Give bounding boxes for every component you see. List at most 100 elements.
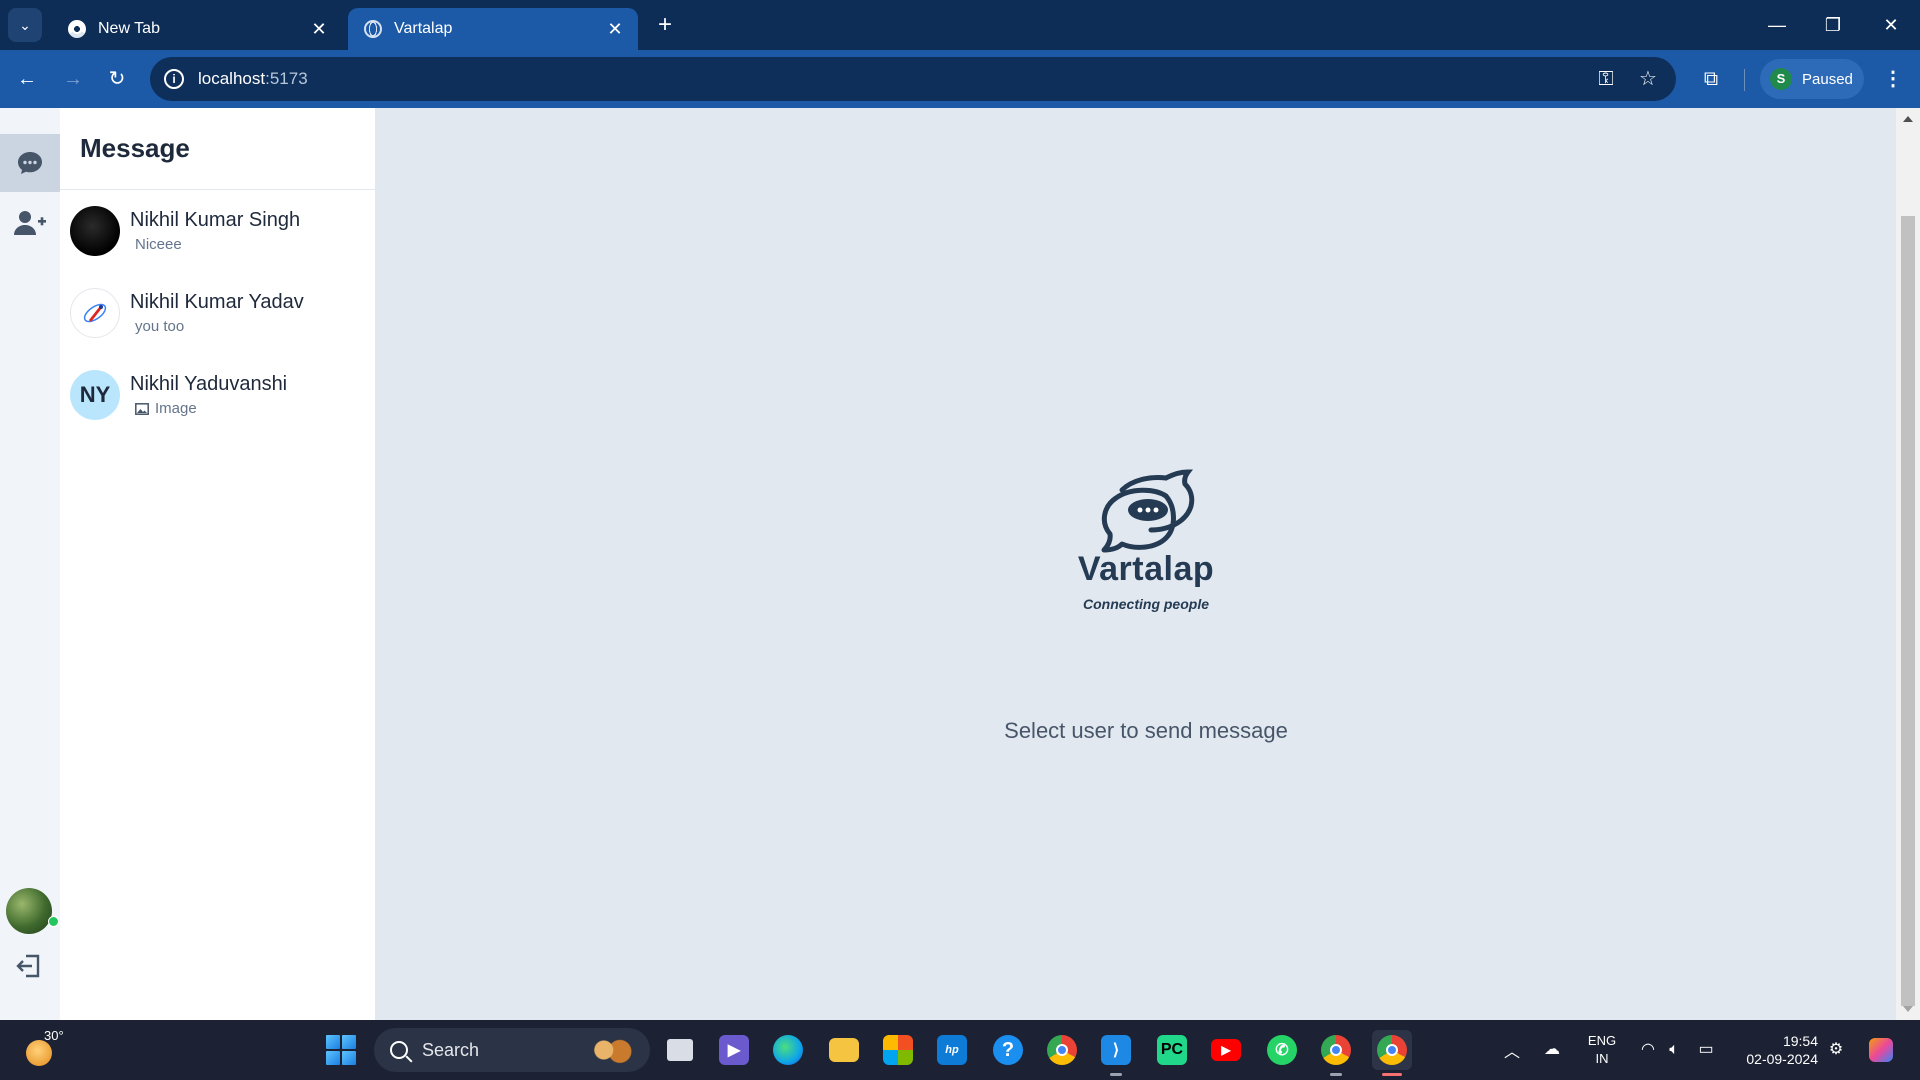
store-app[interactable] — [878, 1030, 918, 1070]
last-message: Image — [130, 400, 287, 417]
last-message: Niceee — [135, 236, 182, 253]
last-message: you too — [135, 318, 185, 335]
chevron-up-icon[interactable]: ︿ — [1502, 1038, 1522, 1061]
weather-widget[interactable]: 30° — [22, 1028, 82, 1072]
onedrive-icon[interactable]: ☁ — [1540, 1038, 1564, 1062]
region-code: IN — [1595, 1051, 1609, 1066]
search-icon — [390, 1041, 408, 1059]
chat-panel: Vartalap Connecting people Select user t… — [376, 108, 1896, 1020]
chrome-icon — [68, 20, 86, 38]
get-help-app[interactable]: ? — [988, 1030, 1028, 1070]
minimize-button[interactable]: — — [1762, 12, 1792, 38]
whatsapp-app[interactable]: ✆ — [1262, 1030, 1302, 1070]
contact-name: Nikhil Yaduvanshi — [130, 373, 288, 395]
myhp-icon: hp — [937, 1035, 967, 1065]
task-view-icon — [667, 1039, 693, 1061]
globe-icon — [364, 20, 382, 38]
tab-new-tab[interactable]: New Tab ✕ — [52, 8, 342, 50]
whatsapp-icon: ✆ — [1267, 1035, 1297, 1065]
online-status-dot — [48, 916, 59, 927]
settings-gear-icon[interactable]: ⚙ — [1824, 1038, 1848, 1062]
conversation-sidebar: Message Nikhil Kumar Singh Niceee Nikhil… — [60, 108, 376, 1020]
file-explorer-app[interactable] — [824, 1030, 864, 1070]
sidebar-title: Message — [80, 133, 190, 163]
browser-tab-strip: ⌄ New Tab ✕ Vartalap ✕ + — ❐ ✕ — [0, 0, 1920, 50]
address-bar[interactable]: i localhost:5173 ⚿ ☆ — [150, 57, 1676, 101]
forward-button[interactable]: → — [58, 64, 88, 94]
key-icon[interactable]: ⚿ — [1592, 65, 1620, 93]
url-text[interactable]: localhost:5173 — [198, 69, 1578, 89]
chrome-app[interactable] — [1042, 1030, 1082, 1070]
language-indicator[interactable]: ENG IN — [1584, 1032, 1620, 1068]
system-clock[interactable]: 19:54 02-09-2024 — [1730, 1032, 1818, 1068]
profile-avatar: S — [1770, 68, 1792, 90]
new-tab-button[interactable]: + — [652, 12, 678, 38]
wifi-icon[interactable]: ◠ — [1636, 1038, 1660, 1062]
conversation-item[interactable]: NY Nikhil Yaduvanshi Image — [60, 354, 375, 436]
image-icon — [135, 402, 149, 415]
scroll-down-arrow[interactable] — [1903, 1006, 1913, 1012]
chat-bubble-icon — [18, 152, 42, 174]
kebab-menu-icon[interactable]: ⋮ — [1880, 64, 1906, 94]
vscode-app[interactable]: ⟩ — [1096, 1030, 1136, 1076]
page-scrollbar[interactable] — [1896, 108, 1920, 1020]
teams-app[interactable]: ▶ — [714, 1030, 754, 1070]
contact-name: Nikhil Kumar Singh — [130, 209, 301, 231]
store-icon — [883, 1035, 913, 1065]
clock-date: 02-09-2024 — [1746, 1051, 1818, 1067]
user-avatar[interactable] — [6, 888, 52, 934]
language-code: ENG — [1587, 1033, 1617, 1048]
logout-button[interactable] — [10, 948, 46, 984]
last-message-text: Image — [155, 400, 197, 417]
weather-sun-icon — [26, 1040, 52, 1066]
close-icon[interactable]: ✕ — [308, 19, 330, 40]
reload-button[interactable]: ↻ — [102, 64, 132, 94]
chats-button[interactable] — [0, 134, 60, 192]
pycharm-icon: PC — [1157, 1035, 1187, 1065]
video-call-icon: ▶ — [719, 1035, 749, 1065]
temperature: 30° — [44, 1028, 64, 1043]
back-button[interactable]: ← — [12, 64, 42, 94]
add-user-icon — [14, 211, 46, 235]
tab-search-button[interactable]: ⌄ — [8, 8, 42, 42]
extensions-icon[interactable]: ⧉ — [1696, 64, 1726, 94]
scroll-up-arrow[interactable] — [1903, 116, 1913, 122]
nav-rail — [0, 108, 60, 1020]
conversation-item[interactable]: Nikhil Kumar Yadav you too — [60, 272, 375, 354]
copilot-icon[interactable] — [1866, 1038, 1896, 1062]
brand-tagline: Connecting people — [1083, 596, 1209, 612]
conversation-item[interactable]: Nikhil Kumar Singh Niceee — [60, 190, 375, 272]
add-user-button[interactable] — [0, 194, 60, 252]
brand-name: Vartalap — [1077, 550, 1215, 588]
chrome-active-app[interactable] — [1372, 1030, 1412, 1076]
contact-avatar — [70, 288, 120, 338]
task-view-button[interactable] — [660, 1030, 700, 1070]
tab-vartalap[interactable]: Vartalap ✕ — [348, 8, 638, 50]
chrome-icon — [1047, 1035, 1077, 1065]
taskbar-search[interactable]: Search — [374, 1028, 650, 1072]
bookmark-star-icon[interactable]: ☆ — [1634, 65, 1662, 93]
volume-icon[interactable]: 🔈︎ — [1662, 1038, 1686, 1062]
toolbar-divider — [1744, 69, 1745, 91]
scrollbar-thumb[interactable] — [1901, 216, 1915, 1006]
profile-button[interactable]: S Paused — [1760, 59, 1864, 99]
tab-title: Vartalap — [394, 20, 453, 37]
window-close-button[interactable]: ✕ — [1876, 12, 1906, 38]
tab-title: New Tab — [98, 20, 160, 37]
close-icon[interactable]: ✕ — [604, 19, 626, 40]
edge-app[interactable] — [768, 1030, 808, 1070]
chrome-profile-app[interactable] — [1316, 1030, 1356, 1076]
start-button[interactable] — [326, 1035, 356, 1065]
youtube-app[interactable]: ▶ — [1206, 1030, 1246, 1070]
site-info-icon[interactable]: i — [164, 69, 184, 89]
search-placeholder: Search — [422, 1039, 480, 1060]
contact-avatar: NY — [70, 370, 120, 420]
contact-name: Nikhil Kumar Yadav — [130, 291, 304, 313]
contact-avatar — [70, 206, 120, 256]
myhp-app[interactable]: hp — [932, 1030, 972, 1070]
pycharm-app[interactable]: PC — [1152, 1030, 1192, 1070]
chrome-icon — [1321, 1035, 1351, 1065]
vscode-icon: ⟩ — [1101, 1035, 1131, 1065]
battery-icon[interactable]: ▭ — [1694, 1038, 1718, 1062]
restore-button[interactable]: ❐ — [1818, 12, 1848, 38]
